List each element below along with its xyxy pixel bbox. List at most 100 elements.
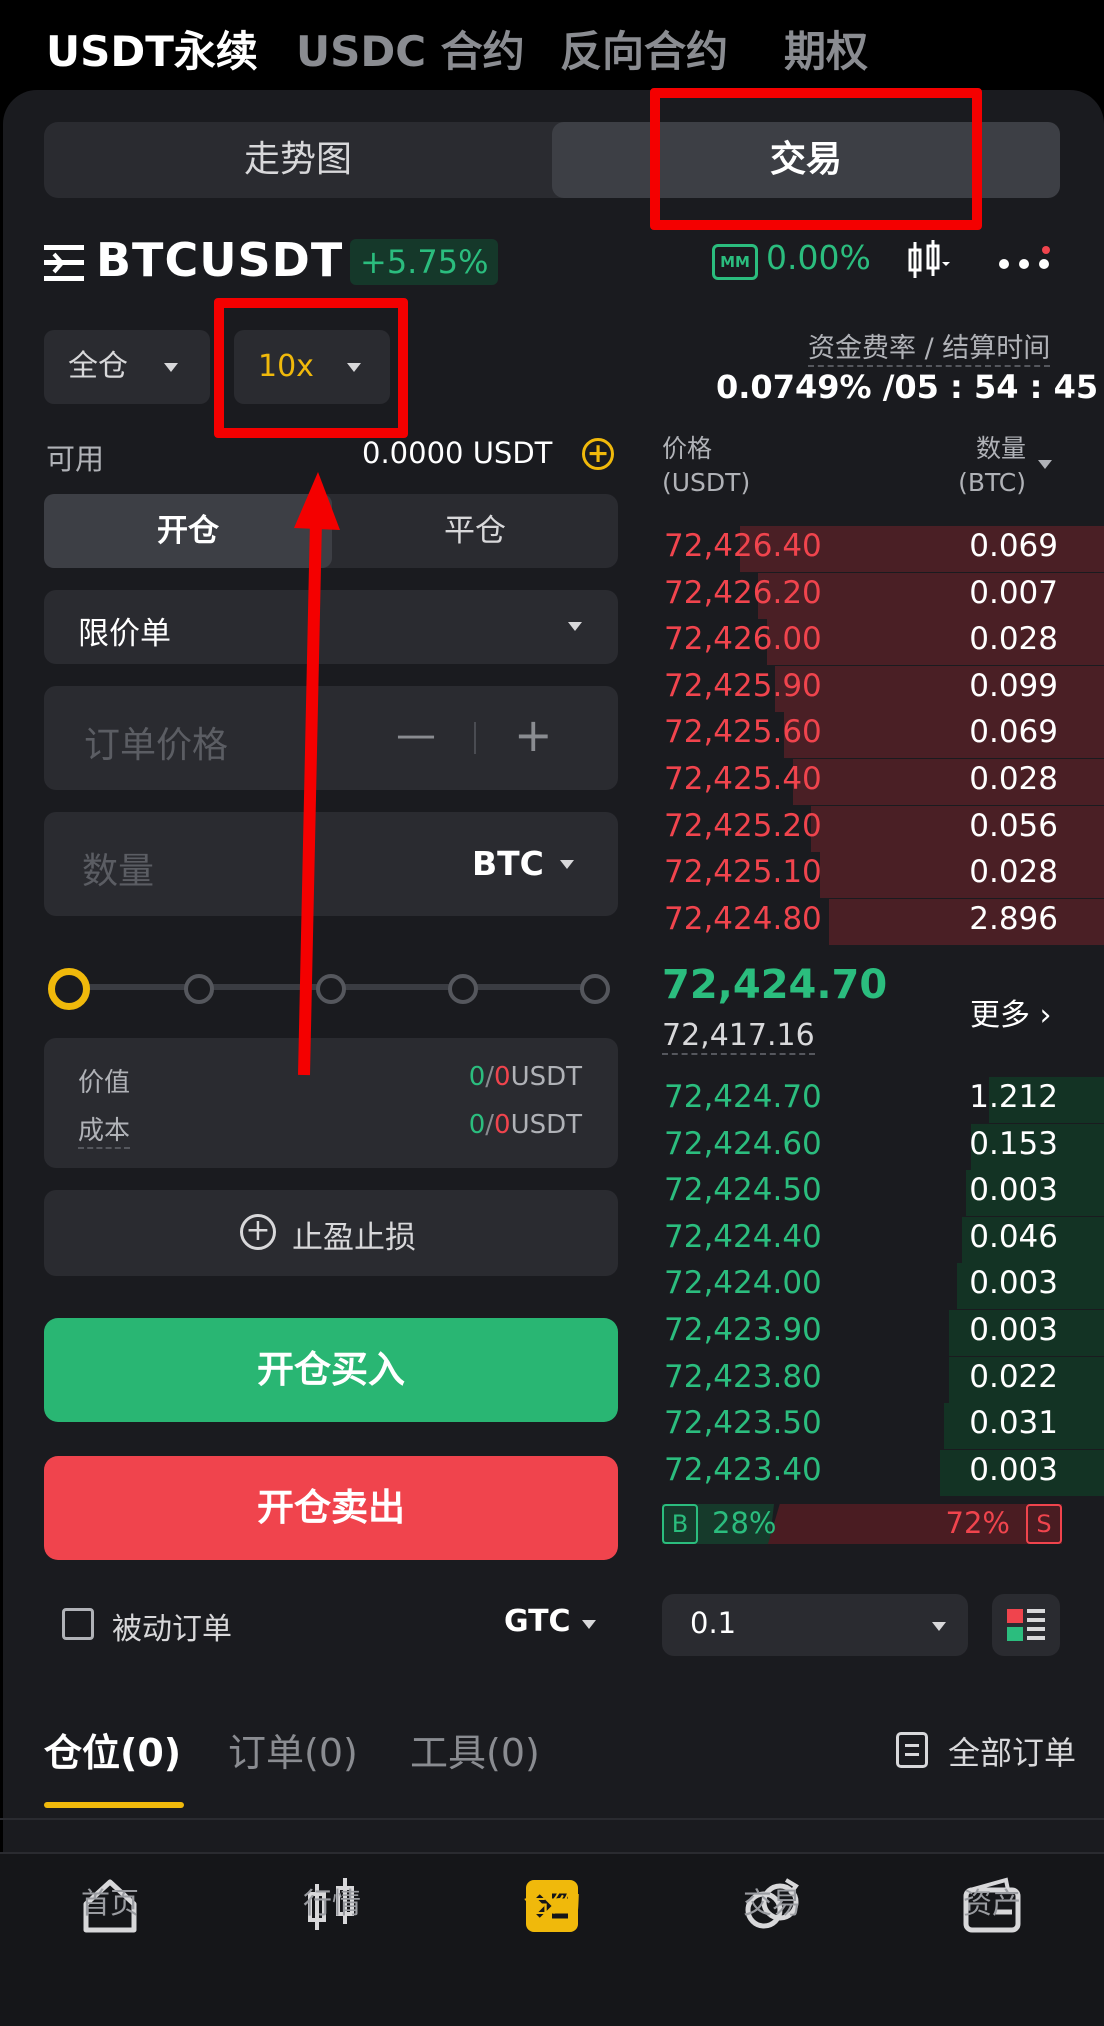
close-position-tab[interactable]: 平仓	[332, 494, 618, 568]
price-stepper-divider	[474, 722, 476, 754]
orderbook-price: 72,423.90	[664, 1312, 822, 1348]
open-long-button[interactable]: 开仓买入	[44, 1318, 618, 1422]
qty-header-unit: (BTC)	[958, 468, 1026, 497]
bid-row[interactable]: 72,424.00 0.003	[660, 1263, 1104, 1310]
bid-row[interactable]: 72,424.40 0.046	[660, 1216, 1104, 1263]
post-only-label[interactable]: 被动订单	[112, 1604, 232, 1648]
add-circle-icon: +	[240, 1214, 276, 1250]
bid-row[interactable]: 72,423.50 0.031	[660, 1403, 1104, 1450]
bid-row[interactable]: 72,424.60 0.153	[660, 1123, 1104, 1170]
price-increase-button[interactable]: +	[514, 708, 553, 762]
orderbook-price: 72,425.60	[664, 714, 822, 751]
pair-menu-icon[interactable]	[44, 245, 84, 281]
open-short-button[interactable]: 开仓卖出	[44, 1456, 618, 1560]
bid-row[interactable]: 72,423.80 0.022	[660, 1356, 1104, 1403]
tab-usdc-contract[interactable]: USDC 合约	[296, 18, 525, 79]
all-orders-link[interactable]: 全部订单	[948, 1728, 1076, 1774]
slider-step-75[interactable]	[448, 974, 478, 1004]
quantity-slider-handle[interactable]	[48, 968, 90, 1010]
bid-row[interactable]: 72,423.40 0.003	[660, 1449, 1104, 1496]
orderbook-qty: 0.153	[969, 1125, 1058, 1162]
value-separator: /	[485, 1062, 495, 1092]
post-only-checkbox[interactable]	[62, 1608, 94, 1640]
ask-row[interactable]: 72,425.40 0.028	[660, 759, 1104, 805]
last-price: 72,424.70	[662, 962, 888, 1008]
value-amount: 0/0USDT	[469, 1062, 582, 1092]
orderbook-qty-header[interactable]: 数量 (BTC)	[956, 432, 1026, 500]
mark-price[interactable]: 72,417.16	[662, 1018, 815, 1055]
orderbook-price: 72,424.50	[664, 1172, 822, 1209]
orderbook-price: 72,425.40	[664, 761, 822, 797]
quantity-unit-select[interactable]: BTC	[472, 844, 544, 883]
time-in-force-select[interactable]: GTC	[504, 1604, 571, 1639]
candlestick-icon[interactable]	[906, 238, 950, 282]
bid-row[interactable]: 72,424.70 1.212	[660, 1077, 1104, 1123]
ask-row[interactable]: 72,425.10 0.028	[660, 852, 1104, 899]
ask-row[interactable]: 72,425.60 0.069	[660, 712, 1104, 759]
annotation-arrow	[280, 470, 360, 1080]
price-decrease-button[interactable]: —	[396, 712, 436, 758]
tp-sl-label: 止盈止损	[292, 1220, 416, 1256]
nav-trade[interactable]: 交易	[682, 1880, 862, 1922]
bid-row[interactable]: 72,423.90 0.003	[660, 1310, 1104, 1356]
orderbook-qty: 1.212	[969, 1079, 1058, 1115]
sell-ratio-fill	[768, 1504, 1062, 1544]
pair-symbol[interactable]: BTCUSDT	[96, 233, 343, 287]
value-long: 0	[468, 1062, 486, 1092]
orderbook-price: 72,424.60	[664, 1125, 822, 1162]
depth-bar	[811, 805, 1104, 852]
nav-contract[interactable]: 合约	[462, 1880, 642, 1922]
orderbook-qty: 2.896	[969, 900, 1058, 937]
more-depth-link[interactable]: 更多 ›	[970, 990, 1052, 1034]
orderbook-price: 72,424.00	[664, 1265, 822, 1302]
all-orders-icon[interactable]	[896, 1732, 928, 1768]
annotation-box-leverage	[214, 298, 408, 438]
section-divider	[0, 1818, 1104, 1820]
nav-home[interactable]: 首页	[20, 1880, 200, 1922]
orderbook-price: 72,426.20	[664, 574, 822, 611]
ask-row[interactable]: 72,425.20 0.056	[660, 805, 1104, 852]
ask-row[interactable]: 72,426.20 0.007	[660, 572, 1104, 619]
annotation-box-trade-tab	[650, 88, 982, 230]
ask-row[interactable]: 72,425.90 0.099	[660, 665, 1104, 712]
orderbook-qty: 0.028	[969, 854, 1058, 891]
tab-orders[interactable]: 订单(0)	[228, 1722, 358, 1777]
depth-bar	[829, 898, 1104, 945]
ask-row[interactable]: 72,426.40 0.069	[660, 526, 1104, 572]
nav-assets[interactable]: 资产	[902, 1880, 1082, 1922]
cost-separator: /	[485, 1110, 495, 1140]
cost-unit: USDT	[510, 1110, 582, 1140]
cost-label[interactable]: 成本	[78, 1110, 131, 1149]
ask-row[interactable]: 72,426.00 0.028	[660, 619, 1104, 666]
price-precision-select[interactable]: 0.1	[662, 1594, 968, 1656]
nav-market[interactable]: 行情	[242, 1880, 422, 1922]
tp-sl-button[interactable]: + 止盈止损	[44, 1190, 618, 1276]
funding-rate-label[interactable]: 资金费率 / 结算时间	[808, 326, 1051, 367]
orderbook-qty: 0.007	[969, 574, 1058, 611]
orderbook-price: 72,425.20	[664, 807, 822, 844]
orderbook-qty: 0.069	[969, 714, 1058, 751]
orderbook-qty: 0.003	[969, 1265, 1058, 1302]
price-header-label: 价格	[662, 434, 713, 463]
sort-down-icon	[1038, 460, 1052, 469]
ask-row[interactable]: 72,424.80 2.896	[660, 898, 1104, 945]
tab-options[interactable]: 期权	[784, 18, 868, 79]
cost-amount: 0/0USDT	[469, 1110, 582, 1140]
orderbook-price: 72,425.10	[664, 854, 822, 891]
buy-tag: B	[662, 1504, 698, 1544]
tab-usdt-perpetual[interactable]: USDT永续	[46, 18, 258, 79]
bid-row[interactable]: 72,424.50 0.003	[660, 1170, 1104, 1217]
tab-inverse-contract[interactable]: 反向合约	[560, 18, 728, 79]
more-options-icon[interactable]	[998, 246, 1056, 276]
slider-step-25[interactable]	[184, 974, 214, 1004]
value-unit: USDT	[510, 1062, 582, 1092]
tab-tools[interactable]: 工具(0)	[410, 1722, 540, 1777]
segment-chart[interactable]: 走势图	[44, 122, 552, 198]
margin-mode-select[interactable]: 全仓	[44, 330, 210, 404]
orderbook-layout-button[interactable]	[992, 1594, 1060, 1656]
slider-step-100[interactable]	[580, 974, 610, 1004]
add-funds-icon[interactable]: +	[582, 438, 614, 470]
orderbook-qty: 0.003	[969, 1172, 1058, 1209]
cost-long: 0	[468, 1110, 486, 1140]
tab-positions[interactable]: 仓位(0)	[44, 1722, 181, 1777]
